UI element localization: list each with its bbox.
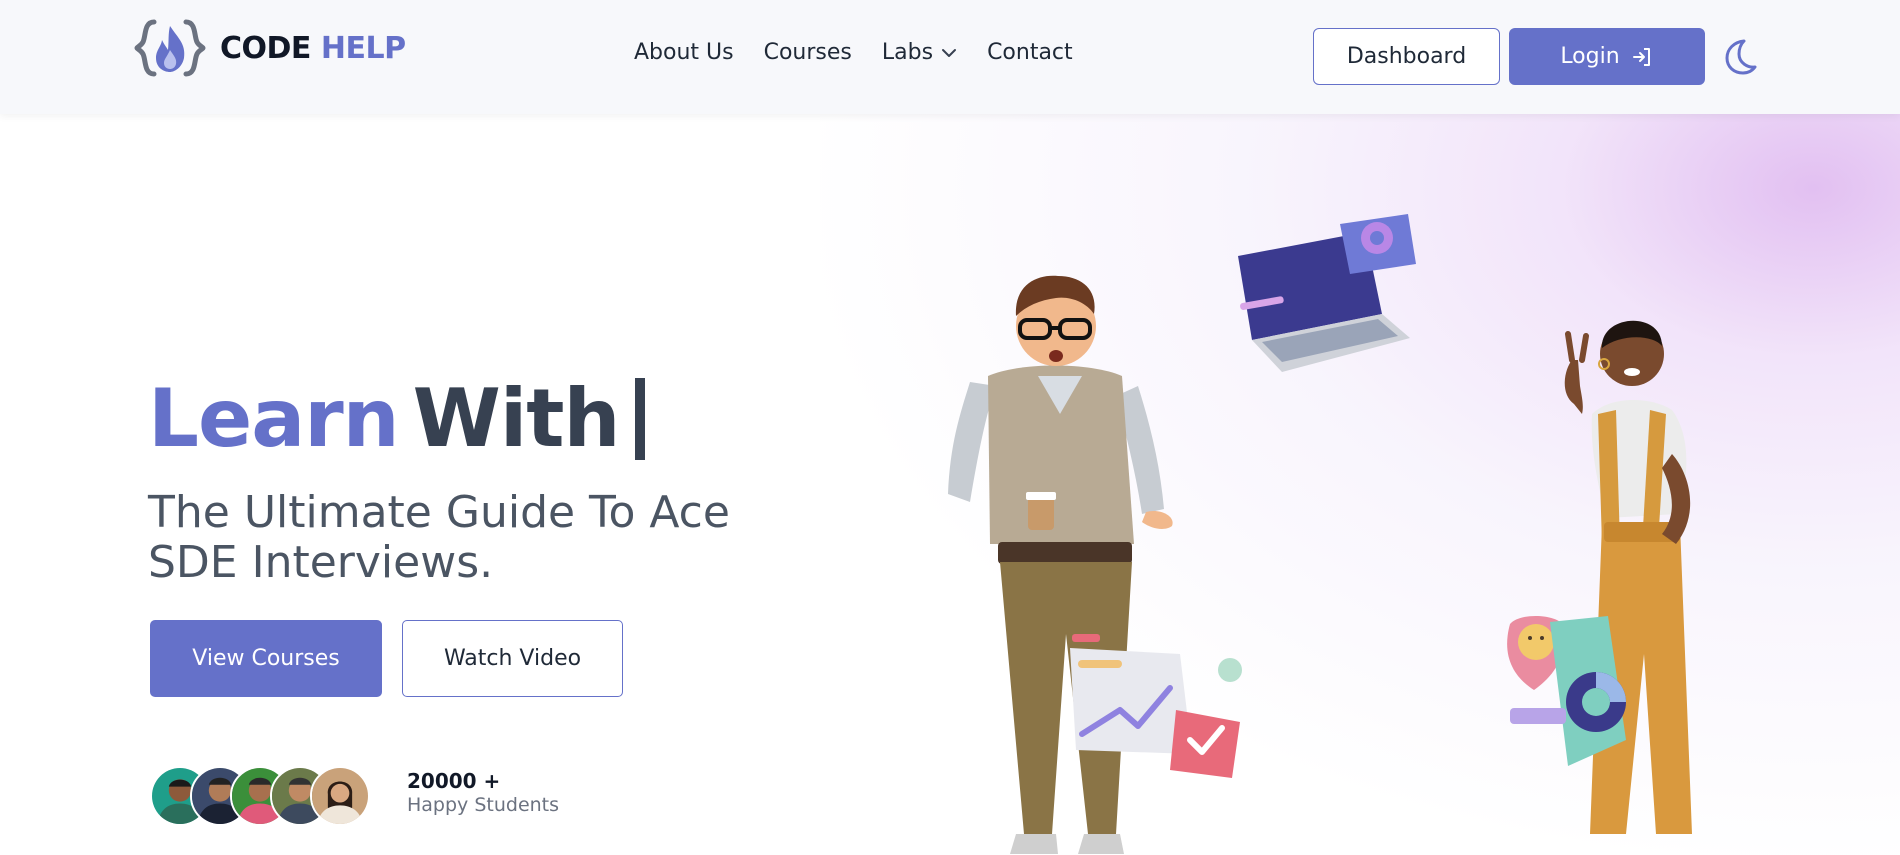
student-avatars [150,766,370,826]
nav-dropdown-labs[interactable]: Labs [882,40,957,65]
login-button-label: Login [1560,44,1620,69]
view-courses-button[interactable]: View Courses [150,620,382,697]
logo-flame-icon [134,19,206,77]
main-menu: About Us Courses Labs Contact [634,40,1103,65]
login-button[interactable]: Login [1509,28,1705,85]
brand-name-part2: HELP [320,30,406,66]
phone-chart-illustration [1507,615,1626,766]
hero-illustration [948,214,1692,854]
man-character-illustration [948,275,1173,854]
hero-title: Learn With [148,372,646,465]
nav-link-about-us[interactable]: About Us [634,40,734,65]
login-arrow-icon [1632,47,1650,66]
avatar [310,766,370,826]
brand-name-part1: CODE [220,30,311,66]
hero-title-accent: Learn [148,372,400,465]
nav-link-label: About Us [634,40,734,65]
hero-title-main: With [412,372,621,465]
nav-link-label: Labs [881,40,934,65]
top-navbar: CODE HELP About Us Courses Labs Contact … [0,0,1900,114]
students-label: Happy Students [407,794,560,816]
students-count: 20000 + [407,769,501,793]
nav-link-label: Courses [763,40,852,65]
nav-link-label: Contact [987,40,1073,65]
dashboard-button[interactable]: Dashboard [1313,28,1500,85]
typing-cursor [635,378,646,460]
moon-icon[interactable] [1718,36,1758,76]
hero-subtitle: The Ultimate Guide To Ace SDE Interviews… [148,487,730,588]
nav-link-contact[interactable]: Contact [987,40,1073,65]
nav-link-courses[interactable]: Courses [764,40,852,65]
brand-logo[interactable]: CODE HELP [134,16,406,80]
chevron-down-icon [942,48,957,57]
brand-wordmark: CODE HELP [220,31,406,66]
watch-video-button[interactable]: Watch Video [402,620,623,697]
laptop-illustration [1238,214,1416,372]
